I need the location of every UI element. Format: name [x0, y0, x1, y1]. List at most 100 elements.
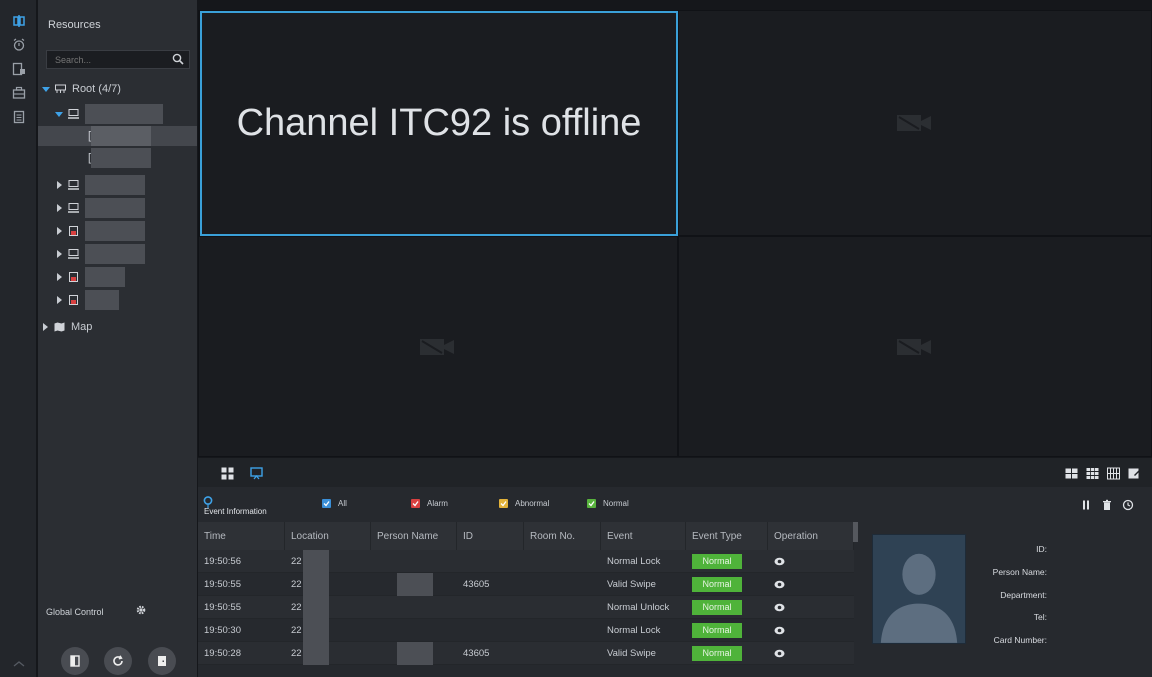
view-eye-icon[interactable] [774, 626, 785, 635]
layout-9-icon[interactable] [1086, 467, 1099, 480]
filter-normal-checkbox[interactable]: Normal [587, 499, 629, 508]
collapsed-caret-icon[interactable] [43, 323, 48, 331]
redacted-device-name [85, 290, 119, 310]
filter-abnormal-checkbox[interactable]: Abnormal [499, 499, 549, 508]
column-header[interactable]: Time [198, 522, 285, 550]
filter-all-checkbox[interactable]: All [322, 499, 347, 508]
rail-alarm-button[interactable] [0, 34, 37, 56]
layout-16-icon[interactable] [1107, 467, 1120, 480]
detail-card-number-label: Card Number: [993, 635, 1047, 645]
icon-rail [0, 0, 37, 677]
column-header[interactable]: Room No. [524, 522, 601, 550]
room-cell [524, 619, 601, 642]
resources-panel: Resources Root (4/7) [ [ [38, 0, 197, 677]
tree-device-item[interactable] [57, 198, 197, 218]
table-scrollbar[interactable] [853, 522, 858, 542]
rail-collapse-button[interactable] [0, 652, 37, 674]
video-window-4[interactable] [678, 236, 1152, 457]
column-header[interactable]: ID [457, 522, 524, 550]
tree-channel-item-selected[interactable]: [ [38, 126, 197, 146]
detail-person-name-label: Person Name: [992, 567, 1047, 577]
history-icon[interactable] [1122, 499, 1134, 511]
search-input[interactable] [47, 54, 157, 65]
table-row[interactable]: 19:50:56 22 Normal Lock Normal [198, 549, 854, 573]
tree-device-item[interactable] [57, 221, 197, 241]
table-row[interactable]: 19:50:28 22 43605 Valid Swipe Normal [198, 641, 854, 665]
time-cell: 19:50:28 [204, 647, 241, 659]
rail-log-button[interactable] [0, 106, 37, 128]
person-cell [371, 641, 457, 665]
layout-4-icon[interactable] [1065, 467, 1078, 480]
filter-abnormal-label: Abnormal [515, 499, 550, 508]
grid-view-icon[interactable] [221, 467, 234, 480]
id-cell: 43605 [463, 578, 490, 590]
device-icon [68, 203, 79, 213]
video-window-1[interactable]: Channel ITC92 is offline [200, 11, 678, 236]
collapsed-caret-icon[interactable] [57, 204, 62, 212]
redacted-device-name [85, 104, 163, 124]
search-icon[interactable] [172, 53, 184, 65]
tree-device-item[interactable] [57, 244, 197, 264]
video-window-2[interactable] [678, 10, 1152, 236]
event-panel-icon[interactable] [250, 467, 263, 480]
time-cell: 19:50:56 [204, 555, 241, 567]
table-row[interactable]: 19:50:55 22 Normal Unlock Normal [198, 595, 854, 619]
person-detail-panel: ID: Person Name: Department: Tel: Card N… [862, 522, 1152, 677]
person-cell [371, 550, 457, 573]
gear-icon[interactable] [135, 604, 147, 616]
tree-channel-item[interactable]: [ [38, 148, 197, 168]
resources-icon [12, 15, 25, 27]
normal-status-button[interactable] [104, 647, 132, 675]
trash-icon[interactable] [1101, 499, 1113, 511]
location-cell: 22 [285, 641, 371, 665]
rail-resources-button[interactable] [0, 10, 37, 32]
redacted-device-name [85, 198, 145, 218]
event-table-header: Time Location Person Name ID Room No. Ev… [198, 522, 854, 550]
collapsed-caret-icon[interactable] [57, 273, 62, 281]
view-eye-icon[interactable] [774, 649, 785, 658]
video-window-3[interactable] [198, 236, 678, 457]
status-badge: Normal [692, 599, 742, 615]
view-eye-icon[interactable] [774, 580, 785, 589]
pause-icon[interactable] [1080, 499, 1092, 511]
column-header[interactable]: Operation [768, 522, 854, 550]
rail-access-button[interactable] [0, 58, 37, 80]
tree-device-item[interactable] [57, 290, 197, 310]
view-eye-icon[interactable] [774, 557, 785, 566]
tree-root-item[interactable]: Root (4/7) [42, 79, 197, 99]
tree-map-item[interactable]: Map [43, 317, 193, 337]
redacted-device-name [85, 244, 145, 264]
expand-caret-icon[interactable] [55, 111, 63, 117]
operation-cell [768, 596, 854, 619]
column-header[interactable]: Person Name [371, 522, 457, 550]
view-eye-icon[interactable] [774, 603, 785, 612]
id-cell [457, 619, 524, 642]
table-row[interactable]: 19:50:30 22 Normal Lock Normal [198, 618, 854, 642]
table-row[interactable]: 19:50:55 22 43605 Valid Swipe Normal [198, 572, 854, 596]
door-device-icon [69, 295, 78, 305]
expand-caret-icon[interactable] [42, 86, 50, 92]
no-video-camera-icon [897, 115, 931, 131]
collapse-icon [13, 661, 24, 667]
collapsed-caret-icon[interactable] [57, 227, 62, 235]
tree-device-item[interactable] [57, 175, 197, 195]
tree-device-item[interactable] [57, 267, 197, 287]
collapsed-caret-icon[interactable] [57, 296, 62, 304]
column-header[interactable]: Event [601, 522, 686, 550]
video-toolbar [198, 458, 1152, 487]
document-list-icon [13, 110, 24, 124]
edit-layout-icon[interactable] [1128, 467, 1141, 480]
status-badge: Normal [692, 576, 742, 592]
tree-device-item[interactable] [55, 104, 197, 124]
open-door-button[interactable] [61, 647, 89, 675]
collapsed-caret-icon[interactable] [57, 181, 62, 189]
filter-alarm-checkbox[interactable]: Alarm [411, 499, 448, 508]
room-cell [524, 573, 601, 596]
column-header[interactable]: Location [285, 522, 371, 550]
collapsed-caret-icon[interactable] [57, 250, 62, 258]
close-door-button[interactable] [148, 647, 176, 675]
event-cell: Normal Unlock [607, 601, 670, 613]
rail-toolbox-button[interactable] [0, 82, 37, 104]
column-header[interactable]: Event Type [686, 522, 768, 550]
detail-department-label: Department: [1000, 590, 1047, 600]
